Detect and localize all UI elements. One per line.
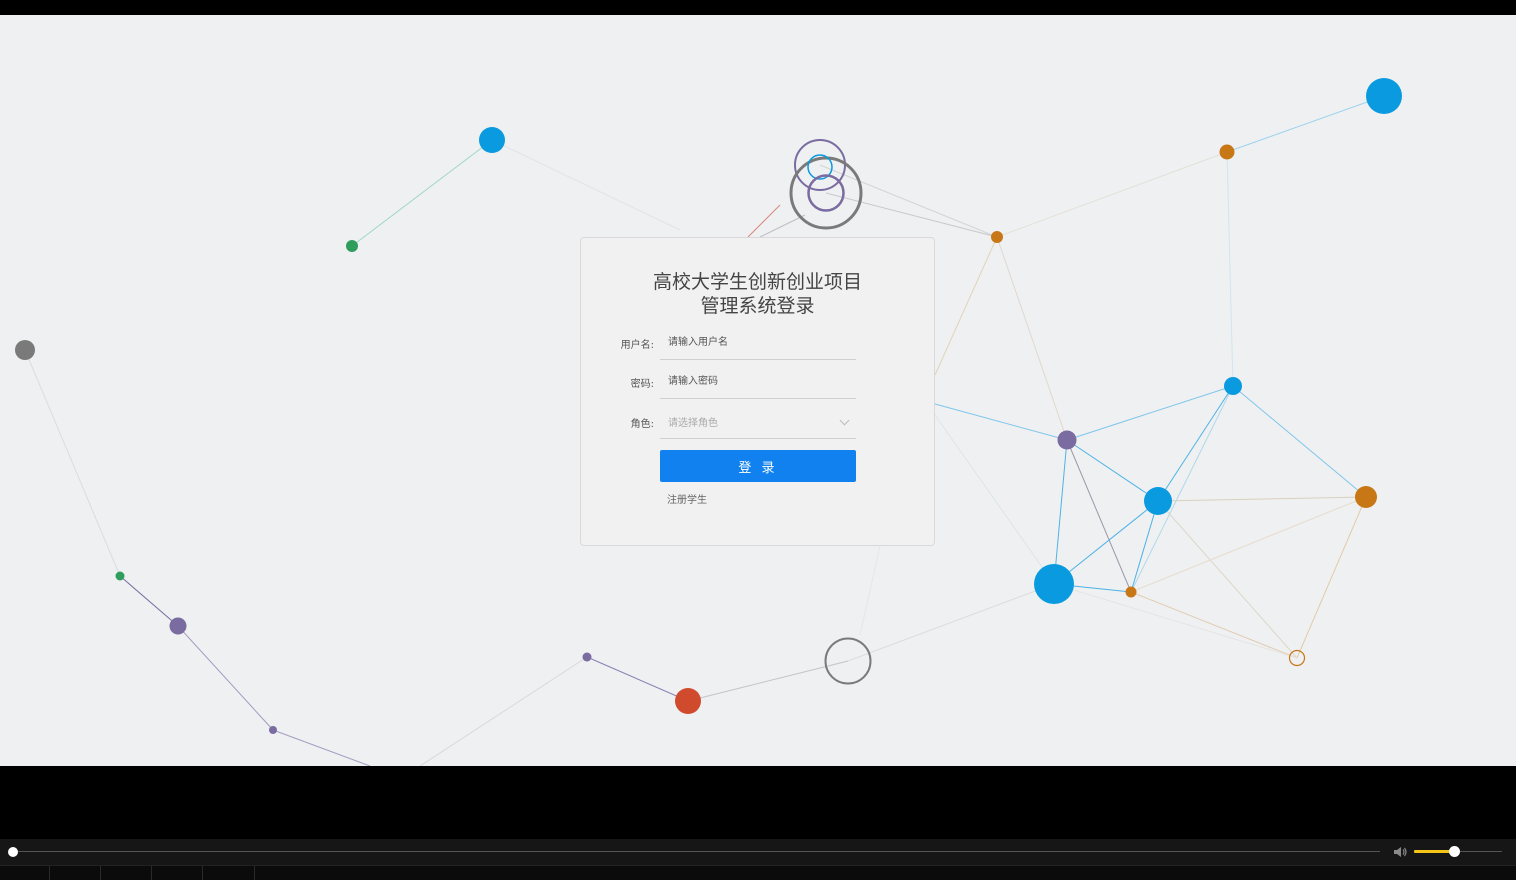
username-input[interactable]: [660, 326, 856, 360]
taskbar-item[interactable]: [0, 866, 50, 880]
taskbar-item[interactable]: [203, 866, 255, 880]
username-label: 用户名:: [620, 340, 654, 351]
login-title: 高校大学生创新创业项目管理系统登录: [652, 271, 862, 317]
volume-knob[interactable]: [1448, 846, 1460, 857]
taskbar-item[interactable]: [152, 866, 203, 880]
role-label: 角色:: [630, 419, 654, 430]
taskbar: [0, 865, 1516, 880]
password-input[interactable]: [660, 365, 856, 399]
progress-track[interactable]: [12, 851, 1380, 852]
login-button[interactable]: 登 录: [660, 450, 856, 482]
volume-fill: [1414, 850, 1454, 853]
role-row: 角色: 请选择角色: [581, 405, 934, 445]
password-row: 密码:: [581, 365, 934, 405]
progress-knob[interactable]: [8, 847, 18, 857]
role-select[interactable]: 请选择角色: [660, 405, 856, 439]
video-frame: 高校大学生创新创业项目管理系统登录 用户名: 密码: 角色: 请选择角色 登 录…: [0, 15, 1516, 766]
taskbar-item[interactable]: [101, 866, 152, 880]
role-placeholder: 请选择角色: [668, 418, 718, 429]
taskbar-item[interactable]: [50, 866, 101, 880]
player-control-bar: [0, 839, 1516, 865]
username-row: 用户名:: [581, 326, 934, 366]
login-card: 高校大学生创新创业项目管理系统登录 用户名: 密码: 角色: 请选择角色 登 录…: [580, 237, 935, 546]
register-student-link[interactable]: 注册学生: [667, 491, 707, 506]
password-label: 密码:: [630, 379, 654, 390]
speaker-icon[interactable]: [1392, 844, 1408, 860]
chevron-down-icon: [839, 415, 850, 426]
